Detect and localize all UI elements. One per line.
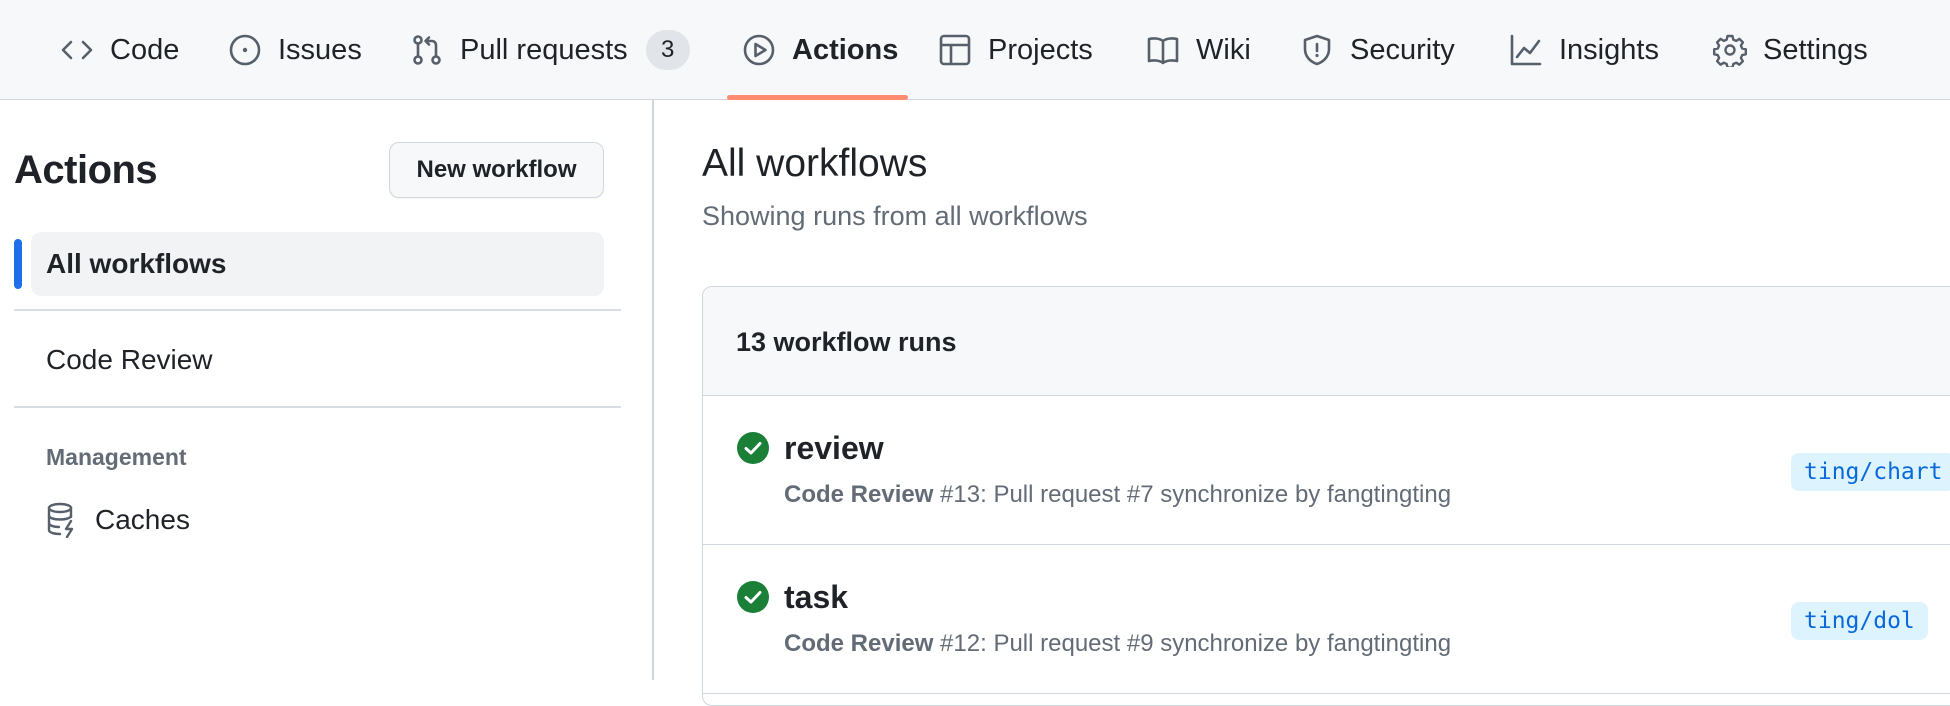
tab-actions[interactable]: Actions (742, 0, 898, 100)
check-circle-icon (736, 431, 770, 465)
tab-projects[interactable]: Projects (938, 0, 1093, 100)
database-icon (46, 502, 80, 538)
sidebar-title: Actions (14, 148, 158, 192)
book-icon (1146, 33, 1180, 67)
tab-label: Security (1350, 33, 1455, 66)
workflow-run-row[interactable]: review Code Review #13: Pull request #7 … (703, 396, 1950, 545)
tab-label: Pull requests (460, 33, 628, 66)
check-circle-icon (736, 580, 770, 614)
new-workflow-button[interactable]: New workflow (389, 142, 604, 198)
table-icon (938, 33, 972, 67)
sidebar-section-heading: Management (46, 444, 187, 470)
tab-label: Actions (792, 33, 899, 66)
tab-label: Code (110, 33, 180, 66)
run-meta: Code Review #13: Pull request #7 synchro… (784, 481, 1451, 509)
sidebar-item-caches[interactable]: Caches (46, 495, 190, 545)
run-title[interactable]: review (784, 430, 884, 467)
workflow-run-row[interactable]: task Code Review #12: Pull request #9 sy… (703, 545, 1950, 694)
sidebar-item-code-review[interactable]: Code Review (31, 328, 604, 392)
workflow-runs-list: 13 workflow runs review Code Review #13:… (702, 286, 1950, 706)
git-pull-request-icon (410, 33, 444, 67)
tab-code[interactable]: Code (60, 0, 179, 100)
sidebar-item-all-workflows[interactable]: All workflows (31, 232, 604, 296)
run-workflow-name: Code Review (784, 481, 934, 508)
page-title: All workflows (702, 142, 928, 185)
tab-label: Issues (278, 33, 362, 66)
active-tab-indicator (727, 95, 908, 100)
sidebar-divider (14, 406, 621, 408)
tab-wiki[interactable]: Wiki (1146, 0, 1251, 100)
sidebar-divider (14, 309, 621, 311)
sidebar-item-label: Caches (95, 504, 190, 535)
sidebar-divider-vertical (652, 100, 654, 680)
sidebar-item-label: All workflows (46, 248, 227, 279)
tab-security[interactable]: Security (1300, 0, 1455, 100)
repo-nav: Code Issues Pull requests 3 Actions Proj… (0, 0, 1950, 100)
run-detail: #12: Pull request #9 synchronize by fang… (933, 630, 1452, 657)
branch-label[interactable]: ting/dol (1791, 602, 1928, 640)
sidebar-item-label: Code Review (46, 344, 213, 375)
pull-request-count-badge: 3 (645, 30, 690, 70)
gear-icon (1713, 33, 1747, 67)
tab-label: Wiki (1196, 33, 1251, 66)
tab-label: Insights (1559, 33, 1659, 66)
runs-list-header: 13 workflow runs (703, 287, 1950, 396)
run-workflow-name: Code Review (784, 630, 934, 657)
play-icon (742, 33, 776, 67)
tab-settings[interactable]: Settings (1713, 0, 1868, 100)
tab-issues[interactable]: Issues (228, 0, 362, 100)
tab-pull-requests[interactable]: Pull requests 3 (410, 0, 690, 100)
branch-label[interactable]: ting/chart (1791, 453, 1950, 491)
active-item-indicator (14, 239, 22, 289)
code-icon (60, 33, 94, 67)
run-meta: Code Review #12: Pull request #9 synchro… (784, 630, 1451, 658)
shield-icon (1300, 33, 1334, 67)
graph-icon (1509, 33, 1543, 67)
run-detail: #13: Pull request #7 synchronize by fang… (933, 481, 1452, 508)
tab-label: Projects (988, 33, 1093, 66)
tab-insights[interactable]: Insights (1509, 0, 1659, 100)
issue-opened-icon (228, 33, 262, 67)
runs-count: 13 workflow runs (736, 327, 957, 357)
run-title[interactable]: task (784, 579, 848, 616)
page-subtitle: Showing runs from all workflows (702, 201, 1088, 231)
tab-label: Settings (1763, 33, 1868, 66)
